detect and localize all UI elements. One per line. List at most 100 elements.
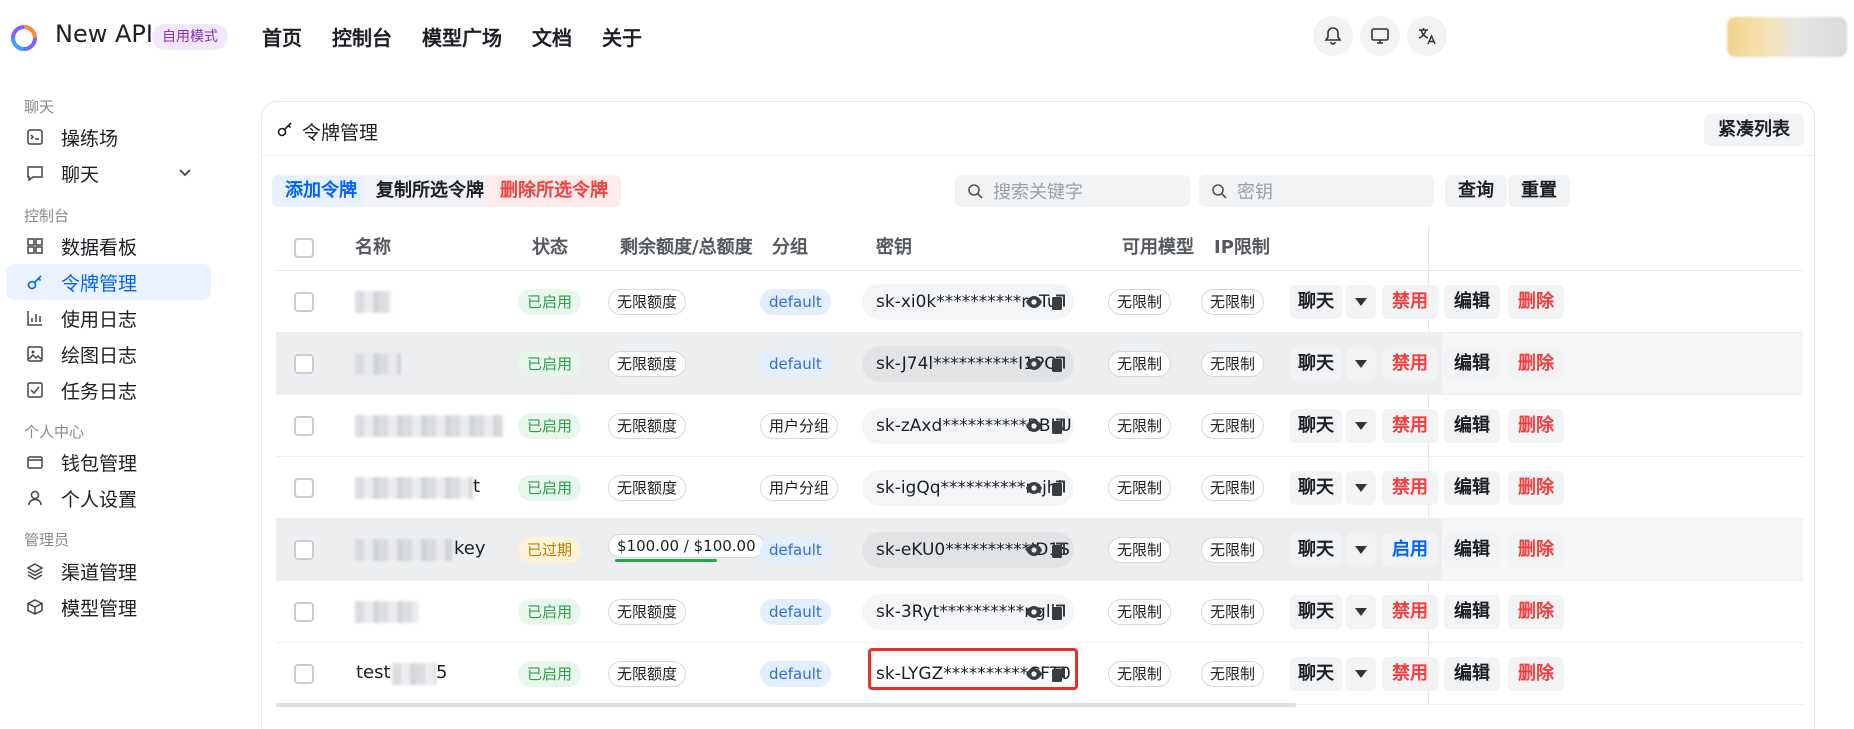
edit-button[interactable]: 编辑: [1444, 595, 1500, 629]
nav-home[interactable]: 首页: [262, 22, 302, 51]
sidebar-item-tokens[interactable]: 令牌管理: [6, 264, 211, 300]
chat-dropdown-button[interactable]: [1346, 285, 1376, 319]
horizontal-scrollbar[interactable]: [276, 703, 1296, 707]
sidebar-item-channels[interactable]: 渠道管理: [6, 553, 211, 589]
delete-selected-button[interactable]: 删除所选令牌: [487, 175, 621, 207]
group-badge: 用户分组: [760, 475, 839, 501]
sidebar-item-chat[interactable]: 聊天: [6, 155, 211, 191]
sidebar-item-task-log[interactable]: 任务日志: [6, 372, 211, 408]
chat-button[interactable]: 聊天: [1290, 533, 1342, 567]
col-key[interactable]: 密钥: [876, 226, 912, 270]
copy-icon[interactable]: [1051, 293, 1067, 311]
eye-icon[interactable]: [1025, 480, 1043, 496]
edit-button[interactable]: 编辑: [1444, 285, 1500, 319]
chat-button[interactable]: 聊天: [1290, 595, 1342, 629]
select-all-checkbox[interactable]: [294, 238, 314, 258]
theme-toggle-button[interactable]: [1360, 16, 1400, 56]
copy-icon[interactable]: [1051, 355, 1067, 373]
disable-button[interactable]: 禁用: [1382, 347, 1438, 381]
col-quota[interactable]: 剩余额度/总额度: [620, 226, 753, 270]
row-checkbox[interactable]: [294, 416, 314, 436]
disable-button[interactable]: 禁用: [1382, 409, 1438, 443]
sidebar-item-usage-log[interactable]: 使用日志: [6, 300, 211, 336]
caret-down-icon: [1355, 422, 1367, 430]
sidebar-item-drawing-log[interactable]: 绘图日志: [6, 336, 211, 372]
chat-dropdown-button[interactable]: [1346, 657, 1376, 691]
nav-console[interactable]: 控制台: [332, 22, 392, 51]
disable-button[interactable]: 禁用: [1382, 657, 1438, 691]
enable-button[interactable]: 启用: [1382, 533, 1438, 567]
reset-button[interactable]: 重置: [1508, 175, 1570, 207]
row-checkbox[interactable]: [294, 478, 314, 498]
col-status[interactable]: 状态: [532, 226, 568, 270]
col-name[interactable]: 名称: [355, 226, 391, 270]
chat-button[interactable]: 聊天: [1290, 471, 1342, 505]
row-checkbox[interactable]: [294, 540, 314, 560]
key-search-input[interactable]: 密钥: [1199, 175, 1434, 207]
quota-badge: 无限额度: [608, 599, 687, 625]
sidebar-item-playground[interactable]: 操练场: [6, 119, 211, 155]
disable-button[interactable]: 禁用: [1382, 471, 1438, 505]
user-avatar[interactable]: [1727, 17, 1847, 57]
app-logo-icon[interactable]: [10, 24, 38, 52]
row-checkbox[interactable]: [294, 354, 314, 374]
row-checkbox[interactable]: [294, 292, 314, 312]
copy-icon[interactable]: [1051, 479, 1067, 497]
copy-icon[interactable]: [1051, 603, 1067, 621]
redacted-name: [355, 539, 453, 561]
sidebar-item-wallet[interactable]: 钱包管理: [6, 444, 211, 480]
col-models[interactable]: 可用模型: [1122, 226, 1194, 270]
chat-dropdown-button[interactable]: [1346, 595, 1376, 629]
query-button[interactable]: 查询: [1445, 175, 1507, 207]
edit-button[interactable]: 编辑: [1444, 657, 1500, 691]
add-token-button[interactable]: 添加令牌: [272, 175, 370, 207]
nav-about[interactable]: 关于: [602, 22, 642, 51]
copy-selected-button[interactable]: 复制所选令牌: [363, 175, 497, 207]
sidebar-item-models[interactable]: 模型管理: [6, 589, 211, 625]
edit-button[interactable]: 编辑: [1444, 533, 1500, 567]
edit-button[interactable]: 编辑: [1444, 347, 1500, 381]
eye-icon[interactable]: [1025, 294, 1043, 310]
sidebar-item-profile[interactable]: 个人设置: [6, 480, 211, 516]
row-checkbox[interactable]: [294, 602, 314, 622]
nav-docs[interactable]: 文档: [532, 22, 572, 51]
chat-dropdown-button[interactable]: [1346, 471, 1376, 505]
disable-button[interactable]: 禁用: [1382, 595, 1438, 629]
row-checkbox[interactable]: [294, 664, 314, 684]
keyword-search-input[interactable]: 搜索关键字: [955, 175, 1190, 207]
language-button[interactable]: [1407, 16, 1447, 56]
chat-button[interactable]: 聊天: [1290, 285, 1342, 319]
eye-icon[interactable]: [1025, 356, 1043, 372]
chat-button[interactable]: 聊天: [1290, 347, 1342, 381]
eye-icon[interactable]: [1025, 604, 1043, 620]
col-ip-limit[interactable]: IP限制: [1214, 226, 1270, 270]
edit-button[interactable]: 编辑: [1444, 471, 1500, 505]
delete-button[interactable]: 删除: [1508, 595, 1564, 629]
delete-button[interactable]: 删除: [1508, 409, 1564, 443]
chat-dropdown-button[interactable]: [1346, 347, 1376, 381]
caret-down-icon: [1355, 546, 1367, 554]
delete-button[interactable]: 删除: [1508, 533, 1564, 567]
chat-button[interactable]: 聊天: [1290, 409, 1342, 443]
chat-dropdown-button[interactable]: [1346, 533, 1376, 567]
delete-button[interactable]: 删除: [1508, 285, 1564, 319]
copy-icon[interactable]: [1051, 541, 1067, 559]
disable-button[interactable]: 禁用: [1382, 285, 1438, 319]
chat-button[interactable]: 聊天: [1290, 657, 1342, 691]
col-group[interactable]: 分组: [772, 226, 808, 270]
notification-button[interactable]: [1313, 16, 1353, 56]
copy-icon[interactable]: [1051, 417, 1067, 435]
sidebar-item-dashboard[interactable]: 数据看板: [6, 228, 211, 264]
eye-icon[interactable]: [1025, 418, 1043, 434]
delete-button[interactable]: 删除: [1508, 347, 1564, 381]
compact-list-button[interactable]: 紧凑列表: [1704, 114, 1804, 146]
delete-button[interactable]: 删除: [1508, 471, 1564, 505]
delete-button[interactable]: 删除: [1508, 657, 1564, 691]
eye-icon[interactable]: [1025, 542, 1043, 558]
nav-model-square[interactable]: 模型广场: [422, 22, 502, 51]
quota-badge: $100.00 / $100.00: [608, 534, 765, 558]
chat-dropdown-button[interactable]: [1346, 409, 1376, 443]
edit-button[interactable]: 编辑: [1444, 409, 1500, 443]
chevron-down-icon[interactable]: [177, 164, 193, 180]
brand-name[interactable]: New API: [55, 20, 153, 48]
